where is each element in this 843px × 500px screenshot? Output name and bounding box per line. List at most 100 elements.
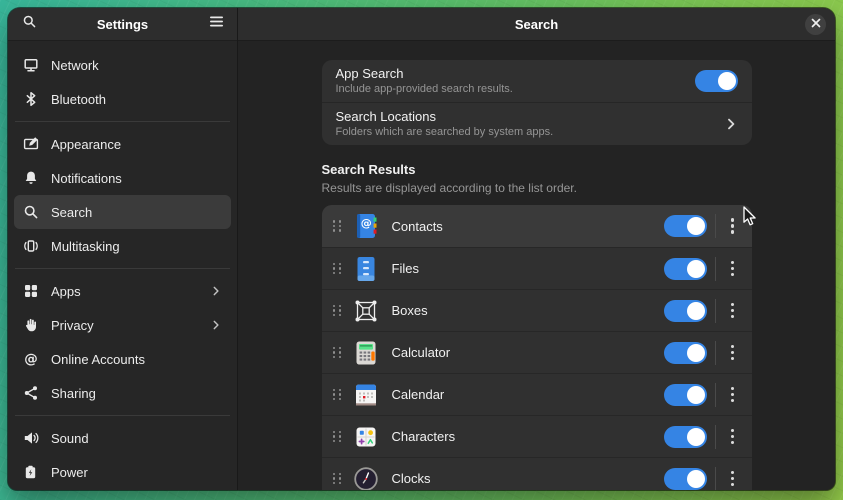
at-sign-icon: @ [23,351,39,367]
sidebar-separator [15,415,230,416]
result-row-characters: Characters [322,415,752,457]
result-toggle[interactable] [664,426,707,448]
notifications-bell-icon [23,170,39,186]
kebab-menu-button[interactable] [724,257,742,280]
hamburger-menu-icon [209,15,224,33]
search-button[interactable] [15,11,43,37]
drag-handle[interactable] [333,347,342,359]
drag-handle[interactable] [333,389,342,401]
app-search-title: App Search [336,66,695,82]
sidebar-item-label: Appearance [51,137,121,152]
kebab-menu-button[interactable] [724,467,742,490]
settings-content: App Search Include app-provided search r… [238,41,835,490]
bluetooth-icon [23,91,39,107]
speaker-icon [23,430,39,446]
result-toggle[interactable] [664,342,707,364]
row-divider [715,299,716,323]
sidebar-item-label: Notifications [51,171,122,186]
sidebar-item-apps[interactable]: Apps [14,274,231,308]
search-locations-subtitle: Folders which are searched by system app… [336,126,716,139]
app-search-toggle[interactable] [695,70,738,92]
row-divider [715,214,716,238]
result-label: Boxes [392,303,664,318]
search-icon [22,14,37,34]
sidebar-item-sharing[interactable]: Sharing [14,376,231,410]
result-toggle[interactable] [664,215,707,237]
row-divider [715,341,716,365]
row-divider [715,257,716,281]
result-label: Files [392,261,664,276]
share-icon [23,385,39,401]
result-row-files: Files [322,247,752,289]
sidebar: Settings Network [8,8,237,490]
close-button[interactable] [805,14,826,35]
kebab-menu-button[interactable] [724,341,742,364]
calculator-app-icon [353,340,379,366]
result-toggle[interactable] [664,468,707,490]
page-title: Search [238,17,835,32]
drag-handle[interactable] [333,305,342,317]
contacts-app-icon: @ [353,213,379,239]
sidebar-titlebar: Settings [8,8,237,41]
search-results-heading: Search Results [322,161,752,178]
row-divider [715,467,716,491]
sidebar-item-appearance[interactable]: Appearance [14,127,231,161]
sidebar-item-privacy[interactable]: Privacy [14,308,231,342]
sidebar-item-multitasking[interactable]: Multitasking [14,229,231,263]
calendar-app-icon [353,382,379,408]
sidebar-nav: Network Bluetooth Appearance [8,41,237,490]
sidebar-item-label: Network [51,58,99,73]
result-row-clocks: Clocks [322,457,752,490]
result-label: Characters [392,429,664,444]
sidebar-item-bluetooth[interactable]: Bluetooth [14,82,231,116]
search-options-card: App Search Include app-provided search r… [322,60,752,145]
sidebar-item-power[interactable]: Power [14,455,231,489]
search-locations-row[interactable]: Search Locations Folders which are searc… [322,102,752,145]
apps-grid-icon [23,283,39,299]
result-toggle[interactable] [664,384,707,406]
battery-icon [23,464,39,480]
drag-handle[interactable] [333,263,342,275]
multitasking-icon [23,238,39,254]
sidebar-title: Settings [43,17,202,32]
search-results-list: @ Contacts [322,205,752,490]
result-toggle[interactable] [664,258,707,280]
svg-text:@: @ [24,351,38,367]
sidebar-item-label: Sound [51,431,89,446]
privacy-hand-icon [23,317,39,333]
kebab-menu-button[interactable] [724,425,742,448]
result-label: Clocks [392,471,664,486]
chevron-right-icon [210,319,222,331]
sidebar-item-label: Search [51,205,92,220]
result-toggle[interactable] [664,300,707,322]
kebab-menu-button[interactable] [724,383,742,406]
app-search-row: App Search Include app-provided search r… [322,60,752,102]
close-icon [811,15,821,33]
sidebar-item-sound[interactable]: Sound [14,421,231,455]
characters-app-icon [353,424,379,450]
drag-handle[interactable] [333,220,342,232]
drag-handle[interactable] [333,473,342,485]
sidebar-item-label: Privacy [51,318,94,333]
sidebar-item-notifications[interactable]: Notifications [14,161,231,195]
sidebar-separator [15,121,230,122]
boxes-app-icon [353,298,379,324]
result-label: Calendar [392,387,664,402]
main-menu-button[interactable] [202,11,230,37]
network-icon [23,57,39,73]
result-label: Contacts [392,219,664,234]
result-row-calendar: Calendar [322,373,752,415]
kebab-menu-button[interactable] [724,299,742,322]
sidebar-item-online-accounts[interactable]: @ Online Accounts [14,342,231,376]
sidebar-item-network[interactable]: Network [14,48,231,82]
sidebar-item-label: Online Accounts [51,352,145,367]
app-search-subtitle: Include app-provided search results. [336,83,695,96]
sidebar-item-search[interactable]: Search [14,195,231,229]
sidebar-item-label: Apps [51,284,81,299]
drag-handle[interactable] [333,431,342,443]
kebab-menu-button[interactable] [724,214,742,237]
search-results-subtitle: Results are displayed according to the l… [322,181,752,196]
appearance-icon [23,136,39,152]
files-app-icon [353,256,379,282]
result-label: Calculator [392,345,664,360]
